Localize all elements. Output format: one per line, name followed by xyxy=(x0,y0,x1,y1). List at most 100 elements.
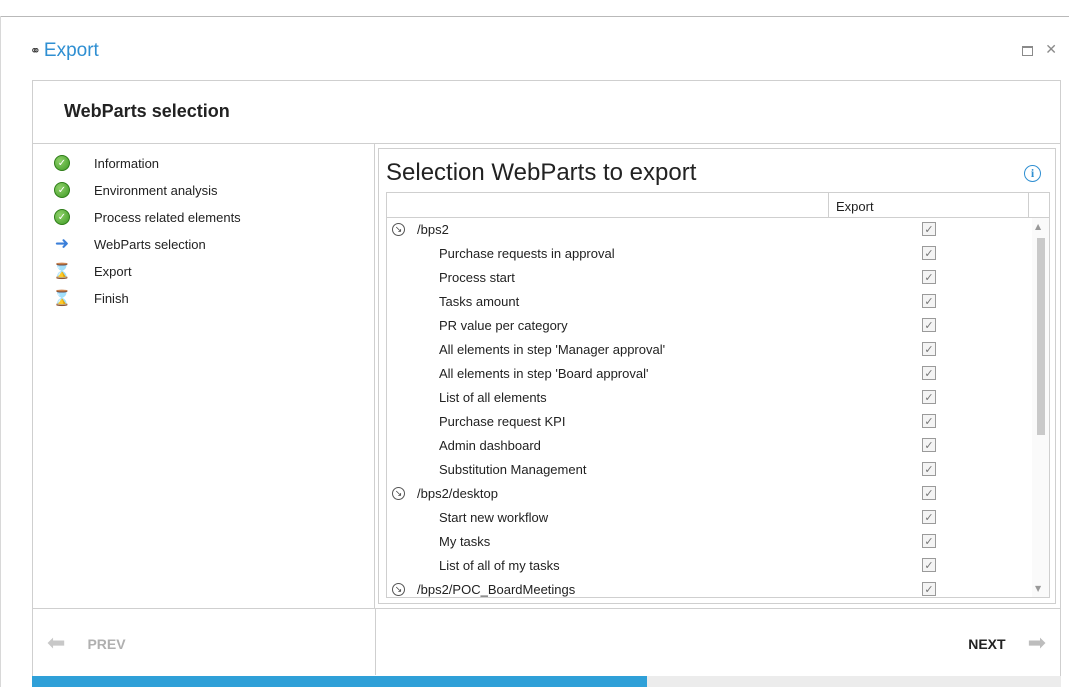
close-icon[interactable]: ✕ xyxy=(1045,42,1057,58)
row-name: Tasks amount xyxy=(439,294,520,309)
table-row[interactable]: My tasks ✓ xyxy=(387,530,1032,554)
vertical-scrollbar[interactable]: ▲ ▼ xyxy=(1032,218,1049,597)
table-row[interactable]: Process start ✓ xyxy=(387,266,1032,290)
export-checkbox[interactable]: ✓ xyxy=(922,270,936,284)
row-name: List of all elements xyxy=(439,390,547,405)
window-titlebar: ⚭ Export xyxy=(30,38,99,64)
row-name: All elements in step 'Manager approval' xyxy=(439,342,666,357)
next-label: NEXT xyxy=(968,635,1006,652)
arrow-left-icon: ⬅ xyxy=(47,631,66,656)
export-checkbox[interactable]: ✓ xyxy=(922,342,936,356)
table-row[interactable]: List of all elements ✓ xyxy=(387,386,1032,410)
table-row[interactable]: Start new workflow ✓ xyxy=(387,506,1032,530)
export-checkbox[interactable]: ✓ xyxy=(922,438,936,452)
row-name: PR value per category xyxy=(439,318,568,333)
step-information: ✓ Information xyxy=(53,152,159,174)
window-controls: ✕ xyxy=(1022,42,1057,58)
step-process-related-elements: ✓ Process related elements xyxy=(53,206,241,228)
table-row[interactable]: Tasks amount ✓ xyxy=(387,290,1032,314)
progress-fill xyxy=(32,676,648,687)
export-checkbox[interactable]: ✓ xyxy=(922,582,936,596)
scroll-thumb[interactable] xyxy=(1037,238,1045,435)
check-circle-icon: ✓ xyxy=(54,155,70,171)
export-checkbox[interactable]: ✓ xyxy=(922,366,936,380)
step-label: Environment analysis xyxy=(94,182,218,198)
row-name: Start new workflow xyxy=(439,510,549,525)
row-name: Admin dashboard xyxy=(439,438,541,453)
collapse-icon[interactable]: ↘ xyxy=(392,583,405,596)
export-checkbox[interactable]: ✓ xyxy=(922,462,936,476)
step-export: ⌛ Export xyxy=(53,260,132,282)
wizard-footer: ⬅ PREV NEXT ➡ xyxy=(33,608,1060,675)
table-row[interactable]: Admin dashboard ✓ xyxy=(387,434,1032,458)
content-panel: Selection WebParts to export i Export ↘ /… xyxy=(376,144,1062,608)
table-row[interactable]: All elements in step 'Manager approval' ✓ xyxy=(387,338,1032,362)
export-checkbox[interactable]: ✓ xyxy=(922,534,936,548)
row-name: /bps2 xyxy=(417,222,449,237)
prev-label: PREV xyxy=(87,635,126,652)
export-checkbox[interactable]: ✓ xyxy=(922,390,936,404)
prev-button[interactable]: ⬅ PREV xyxy=(47,631,126,656)
check-circle-icon: ✓ xyxy=(54,209,70,225)
link-icon: ⚭ xyxy=(30,43,41,59)
arrow-right-icon: ➡ xyxy=(1027,631,1046,656)
arrow-right-icon: ➜ xyxy=(54,233,70,254)
maximize-icon[interactable] xyxy=(1022,46,1034,56)
export-checkbox[interactable]: ✓ xyxy=(922,558,936,572)
steps-panel: ✓ Information ✓ Environment analysis ✓ P… xyxy=(33,144,375,608)
step-label: Export xyxy=(94,263,132,279)
scroll-down-icon[interactable]: ▼ xyxy=(1035,584,1041,593)
step-label: Process related elements xyxy=(94,209,241,225)
export-column-header[interactable]: Export xyxy=(828,193,1028,217)
info-icon[interactable]: i xyxy=(1024,165,1041,182)
hourglass-icon: ⌛ xyxy=(52,261,72,280)
row-name: Purchase requests in approval xyxy=(439,246,615,261)
export-checkbox[interactable]: ✓ xyxy=(922,246,936,260)
grid-header: Export xyxy=(387,193,1049,218)
step-label: WebParts selection xyxy=(94,236,206,252)
table-row[interactable]: Purchase requests in approval ✓ xyxy=(387,242,1032,266)
table-row[interactable]: Substitution Management ✓ xyxy=(387,458,1032,482)
left-border xyxy=(0,16,1,687)
row-name: Process start xyxy=(439,270,515,285)
collapse-icon[interactable]: ↘ xyxy=(392,487,405,500)
step-finish: ⌛ Finish xyxy=(53,287,129,309)
wizard-header: WebParts selection xyxy=(33,81,1060,144)
export-checkbox[interactable]: ✓ xyxy=(922,510,936,524)
group-row[interactable]: ↘ /bps2/POC_BoardMeetings ✓ xyxy=(387,578,1032,597)
row-name: My tasks xyxy=(439,534,491,549)
export-checkbox[interactable]: ✓ xyxy=(922,414,936,428)
export-checkbox[interactable]: ✓ xyxy=(922,294,936,308)
step-label: Information xyxy=(94,155,160,171)
step-label: Finish xyxy=(94,290,129,306)
step-environment-analysis: ✓ Environment analysis xyxy=(53,179,218,201)
export-checkbox[interactable]: ✓ xyxy=(922,222,936,236)
table-row[interactable]: List of all of my tasks ✓ xyxy=(387,554,1032,578)
export-checkbox[interactable]: ✓ xyxy=(922,318,936,332)
row-name: /bps2/desktop xyxy=(417,486,498,501)
row-name: All elements in step 'Board approval' xyxy=(439,366,649,381)
collapse-icon[interactable]: ↘ xyxy=(392,223,405,236)
next-button[interactable]: NEXT ➡ xyxy=(968,631,1046,656)
progress-bar xyxy=(32,676,1061,687)
check-circle-icon: ✓ xyxy=(54,182,70,198)
export-checkbox[interactable]: ✓ xyxy=(922,486,936,500)
webparts-grid: Export ↘/bps2 ✓ Purchase requests in appro… xyxy=(386,192,1050,598)
scroll-up-icon[interactable]: ▲ xyxy=(1035,222,1041,231)
wizard-frame: WebParts selection ✓ Information ✓ Envir… xyxy=(32,80,1061,687)
table-row[interactable]: PR value per category ✓ xyxy=(387,314,1032,338)
panel-title: Selection WebParts to export xyxy=(386,159,697,186)
page-title: WebParts selection xyxy=(64,101,230,121)
group-row[interactable]: ↘ /bps2 ✓ xyxy=(387,218,1032,242)
row-name: Substitution Management xyxy=(439,462,587,477)
table-row[interactable]: Purchase request KPI ✓ xyxy=(387,410,1032,434)
group-row[interactable]: ↘ /bps2/desktop ✓ xyxy=(387,482,1032,506)
row-name: /bps2/POC_BoardMeetings xyxy=(417,582,576,597)
selection-panel: Selection WebParts to export i Export ↘ /… xyxy=(378,148,1056,604)
window-title: Export xyxy=(43,40,99,61)
row-name: Purchase request KPI xyxy=(439,414,566,429)
row-name: List of all of my tasks xyxy=(439,558,560,573)
hourglass-icon: ⌛ xyxy=(52,288,72,307)
grid-rows: ↘/bps2 ✓ Purchase requests in approval ✓ Pro… xyxy=(387,218,1032,597)
table-row[interactable]: All elements in step 'Board approval' ✓ xyxy=(387,362,1032,386)
